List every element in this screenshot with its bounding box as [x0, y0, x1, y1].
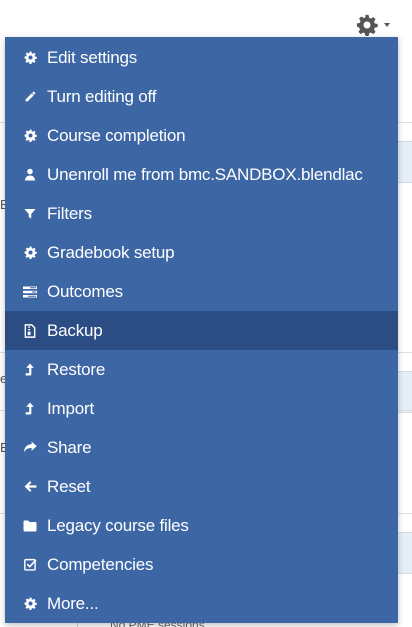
- page: E e E No PME sessions Edit settings Turn…: [0, 0, 412, 627]
- course-actions-menu: Edit settings Turn editing off Course co…: [5, 37, 398, 623]
- arrow-left-icon: [23, 480, 37, 494]
- gear-icon: [23, 129, 37, 143]
- menu-item-label: Edit settings: [47, 47, 138, 67]
- menu-item-label: Backup: [47, 320, 103, 340]
- background-section-header: [397, 141, 412, 183]
- menu-item-reset[interactable]: Reset: [5, 467, 398, 506]
- menu-item-more[interactable]: More...: [5, 584, 398, 623]
- course-actions-menu-toggle[interactable]: [356, 12, 404, 38]
- level-up-icon: [23, 363, 37, 377]
- folder-icon: [23, 519, 37, 533]
- gear-icon: [23, 246, 37, 260]
- gear-icon: [23, 597, 37, 611]
- menu-item-label: Unenroll me from bmc.SANDBOX.blendlac: [47, 164, 363, 184]
- menu-item-label: More...: [47, 593, 99, 613]
- menu-item-backup[interactable]: Backup: [5, 311, 398, 350]
- gear-icon: [23, 51, 37, 65]
- menu-item-label: Gradebook setup: [47, 242, 175, 262]
- outcomes-icon: [23, 285, 37, 299]
- pencil-icon: [23, 90, 37, 104]
- menu-item-label: Restore: [47, 359, 106, 379]
- menu-item-unenroll[interactable]: Unenroll me from bmc.SANDBOX.blendlac: [5, 155, 398, 194]
- gear-icon: [356, 14, 378, 36]
- user-icon: [23, 168, 37, 182]
- menu-item-restore[interactable]: Restore: [5, 350, 398, 389]
- menu-item-label: Competencies: [47, 554, 154, 574]
- filter-icon: [23, 207, 37, 221]
- menu-item-label: Reset: [47, 476, 91, 496]
- background-section-header: [397, 532, 412, 574]
- menu-item-label: Course completion: [47, 125, 186, 145]
- menu-item-gradebook-setup[interactable]: Gradebook setup: [5, 233, 398, 272]
- menu-item-label: Filters: [47, 203, 92, 223]
- menu-item-competencies[interactable]: Competencies: [5, 545, 398, 584]
- checkbox-icon: [23, 558, 37, 572]
- menu-item-label: Import: [47, 398, 94, 418]
- background-section-header: [397, 371, 412, 413]
- menu-item-filters[interactable]: Filters: [5, 194, 398, 233]
- menu-item-label: Share: [47, 437, 92, 457]
- menu-item-edit-settings[interactable]: Edit settings: [5, 38, 398, 77]
- menu-item-share[interactable]: Share: [5, 428, 398, 467]
- menu-item-label: Turn editing off: [47, 86, 157, 106]
- menu-item-label: Legacy course files: [47, 515, 189, 535]
- menu-item-course-completion[interactable]: Course completion: [5, 116, 398, 155]
- chevron-down-icon: [384, 23, 390, 27]
- menu-item-turn-editing-off[interactable]: Turn editing off: [5, 77, 398, 116]
- file-zip-icon: [23, 323, 37, 338]
- menu-item-outcomes[interactable]: Outcomes: [5, 272, 398, 311]
- menu-item-import[interactable]: Import: [5, 389, 398, 428]
- level-up-icon: [23, 402, 37, 416]
- menu-item-label: Outcomes: [47, 281, 123, 301]
- share-icon: [23, 441, 37, 455]
- menu-item-legacy-course-files[interactable]: Legacy course files: [5, 506, 398, 545]
